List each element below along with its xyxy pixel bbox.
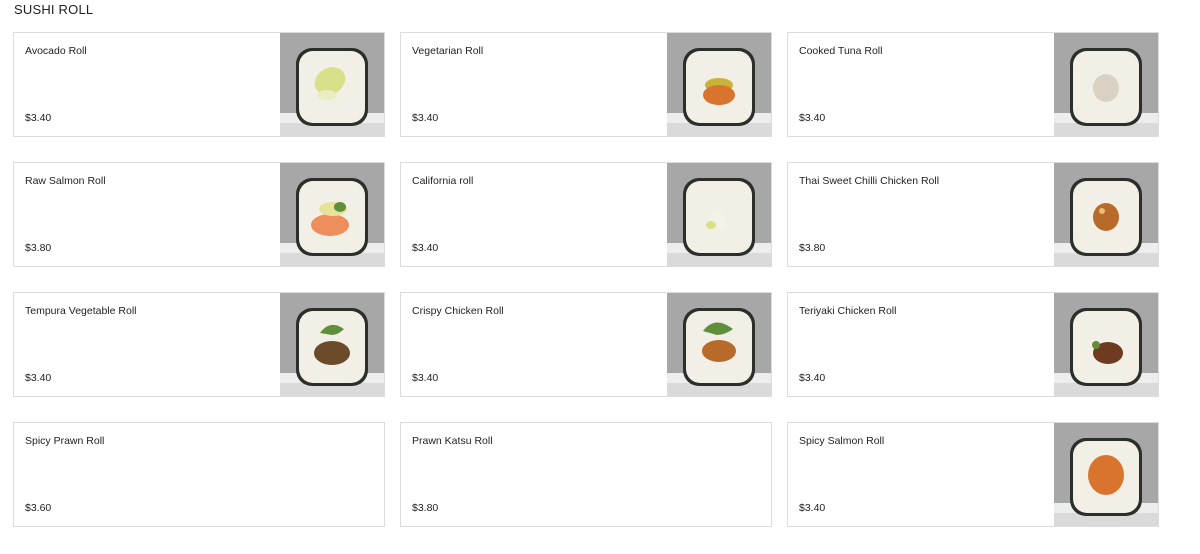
item-photo bbox=[280, 293, 384, 396]
item-name: Thai Sweet Chilli Chicken Roll bbox=[799, 175, 940, 187]
item-photo bbox=[280, 163, 384, 266]
item-photo bbox=[667, 163, 771, 266]
item-name: Raw Salmon Roll bbox=[25, 175, 106, 187]
section-title: SUSHI ROLL bbox=[14, 2, 94, 17]
item-name: Spicy Salmon Roll bbox=[799, 435, 885, 447]
item-photo bbox=[1054, 293, 1158, 396]
item-name: Prawn Katsu Roll bbox=[412, 435, 493, 447]
menu-item-card[interactable]: California roll $3.40 bbox=[400, 162, 772, 267]
item-photo bbox=[1054, 33, 1158, 136]
item-name: Spicy Prawn Roll bbox=[25, 435, 105, 447]
item-photo bbox=[280, 33, 384, 136]
menu-item-card[interactable]: Prawn Katsu Roll $3.80 bbox=[400, 422, 772, 527]
item-price: $3.80 bbox=[412, 502, 439, 514]
item-photo bbox=[667, 293, 771, 396]
menu-item-card[interactable]: Avocado Roll $3.40 bbox=[13, 32, 385, 137]
item-price: $3.40 bbox=[799, 502, 826, 514]
item-price: $3.40 bbox=[799, 372, 826, 384]
item-photo bbox=[1054, 423, 1158, 526]
item-price: $3.60 bbox=[25, 502, 52, 514]
menu-item-card[interactable]: Cooked Tuna Roll $3.40 bbox=[787, 32, 1159, 137]
item-price: $3.40 bbox=[412, 372, 439, 384]
item-price: $3.40 bbox=[412, 112, 439, 124]
item-price: $3.80 bbox=[25, 242, 52, 254]
menu-item-card[interactable]: Vegetarian Roll $3.40 bbox=[400, 32, 772, 137]
menu-item-card[interactable]: Spicy Prawn Roll $3.60 bbox=[13, 422, 385, 527]
item-name: Cooked Tuna Roll bbox=[799, 45, 883, 57]
item-name: Crispy Chicken Roll bbox=[412, 305, 504, 317]
item-name: Teriyaki Chicken Roll bbox=[799, 305, 897, 317]
menu-item-card[interactable]: Teriyaki Chicken Roll $3.40 bbox=[787, 292, 1159, 397]
item-name: California roll bbox=[412, 175, 474, 187]
menu-item-card[interactable]: Tempura Vegetable Roll $3.40 bbox=[13, 292, 385, 397]
menu-item-card[interactable]: Raw Salmon Roll $3.80 bbox=[13, 162, 385, 267]
item-name: Tempura Vegetable Roll bbox=[25, 305, 137, 317]
item-price: $3.40 bbox=[799, 112, 826, 124]
item-price: $3.40 bbox=[412, 242, 439, 254]
item-photo bbox=[1054, 163, 1158, 266]
item-price: $3.40 bbox=[25, 372, 52, 384]
item-price: $3.40 bbox=[25, 112, 52, 124]
menu-item-card[interactable]: Crispy Chicken Roll $3.40 bbox=[400, 292, 772, 397]
item-photo bbox=[667, 33, 771, 136]
menu-grid: Avocado Roll $3.40 Vegetarian Roll $3.40 C… bbox=[13, 32, 1159, 527]
menu-item-card[interactable]: Spicy Salmon Roll $3.40 bbox=[787, 422, 1159, 527]
item-price: $3.80 bbox=[799, 242, 826, 254]
item-name: Vegetarian Roll bbox=[412, 45, 484, 57]
menu-item-card[interactable]: Thai Sweet Chilli Chicken Roll $3.80 bbox=[787, 162, 1159, 267]
item-name: Avocado Roll bbox=[25, 45, 87, 57]
